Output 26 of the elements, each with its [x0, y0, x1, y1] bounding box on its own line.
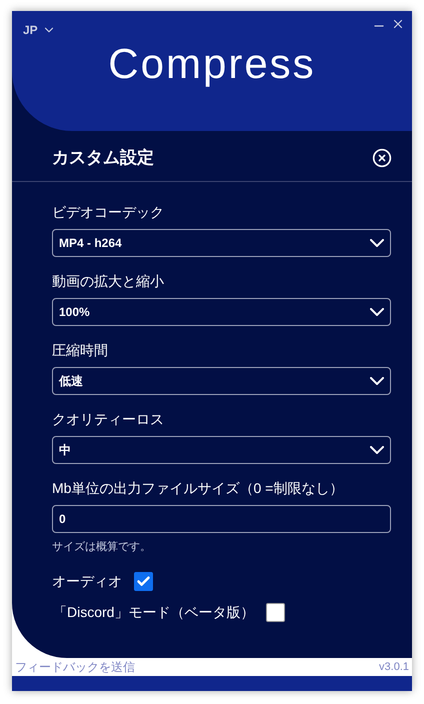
field-label: Mb単位の出力ファイルサイズ（0 =制限なし） [52, 478, 344, 498]
option-label: 「Discord」モード（ベータ版） [53, 603, 254, 622]
field-label: ビデオコーデック [52, 202, 165, 222]
input-field[interactable]: 0 [52, 504, 391, 532]
version-text: v3.0.1 [379, 660, 409, 675]
chevron-down-icon [370, 238, 384, 246]
field-label: クオリティーロス [52, 410, 165, 428]
app-logo: Compress [108, 43, 316, 85]
close-icon[interactable] [391, 17, 405, 31]
dropdown[interactable]: 低速 [52, 366, 391, 394]
dropdown[interactable]: 100% [52, 298, 391, 326]
chevron-down-icon [370, 376, 384, 384]
chevron-down-icon [370, 446, 384, 454]
field-label: 動画の拡大と縮小 [52, 272, 165, 290]
check-icon [136, 574, 151, 589]
checkbox[interactable] [266, 603, 286, 622]
panel-title: カスタム設定 [52, 147, 154, 169]
close-icon[interactable] [372, 148, 392, 168]
option-label: オーディオ [52, 572, 122, 591]
checkbox[interactable] [134, 572, 153, 591]
dropdown[interactable]: 中 [52, 436, 391, 464]
language-selector[interactable]: JP [23, 21, 56, 39]
field-label: 圧縮時間 [52, 340, 109, 360]
hint-text: サイズは概算です。 [52, 540, 152, 554]
chevron-down-icon [370, 308, 384, 316]
dropdown[interactable]: MP4 - h264 [52, 228, 391, 256]
